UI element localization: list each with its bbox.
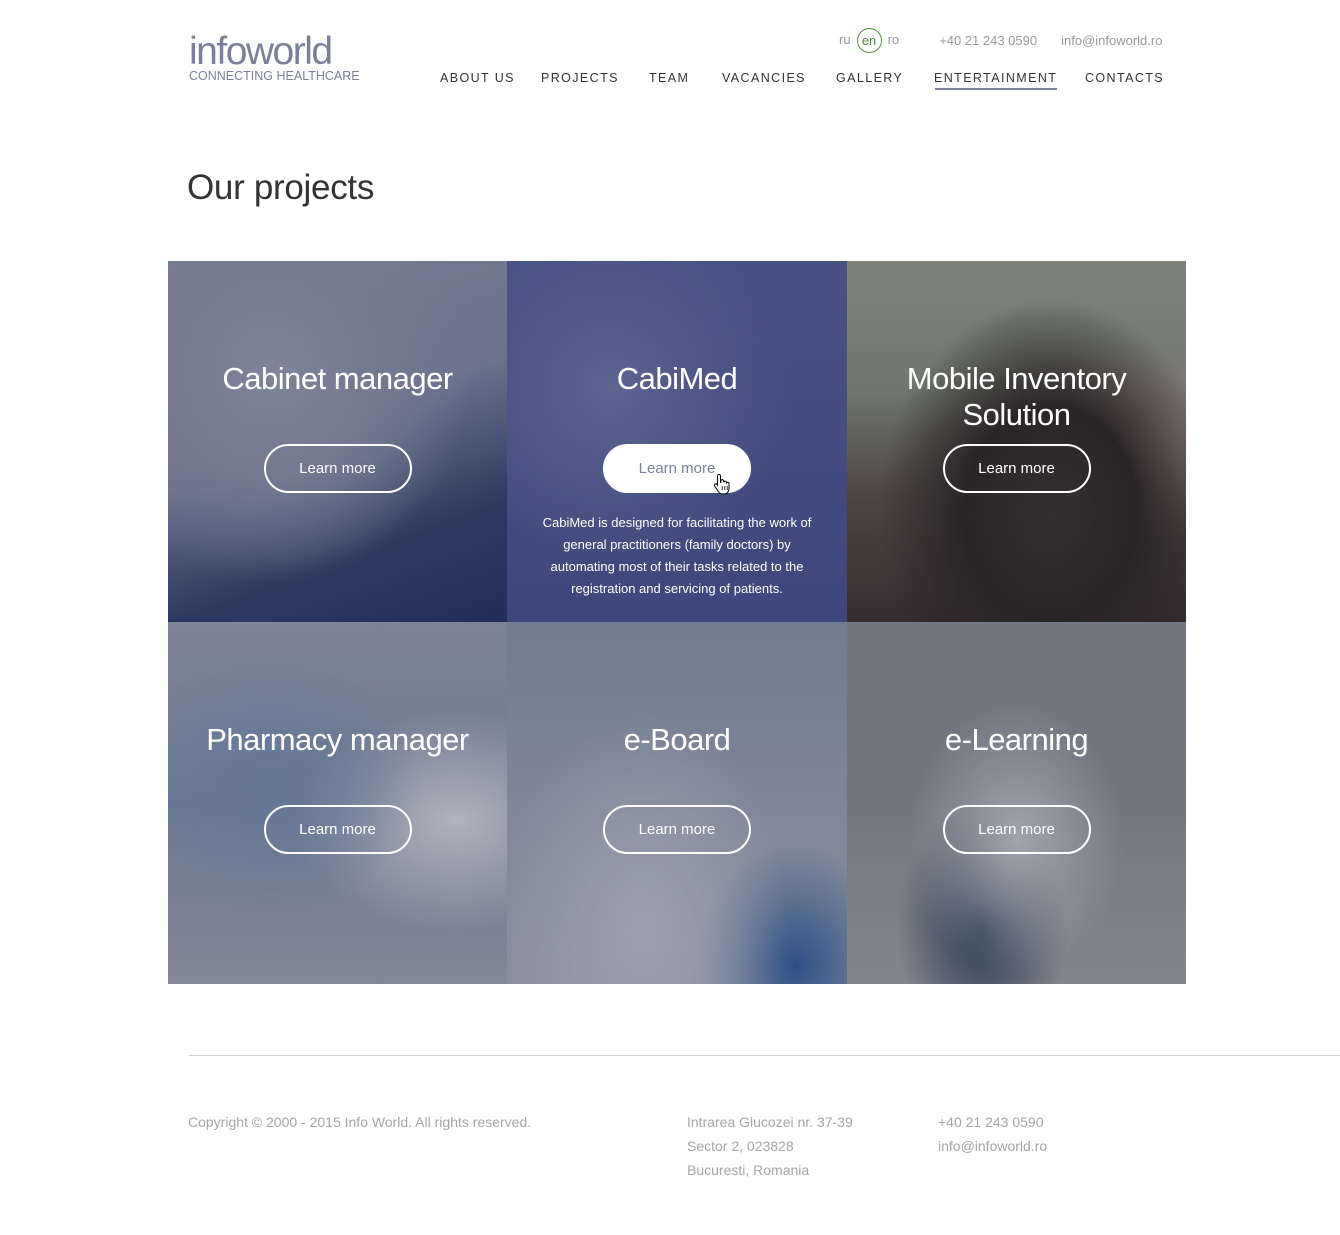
project-tile-cabimed[interactable]: CabiMed Learn more CabiMed is designed f… — [507, 261, 847, 622]
nav-vacancies[interactable]: VACANCIES — [722, 70, 806, 86]
nav-team[interactable]: TEAM — [649, 70, 689, 86]
project-title: Cabinet manager — [222, 361, 453, 396]
address-line: Bucuresti, Romania — [687, 1162, 810, 1178]
top-utility-bar: ru en ro +40 21 243 0590 info@infoworld.… — [836, 27, 1162, 53]
tile-overlay — [168, 622, 507, 984]
page-title: Our projects — [187, 168, 375, 207]
address-line: Sector 2, 023828 — [687, 1138, 794, 1154]
nav-projects[interactable]: PROJECTS — [541, 70, 619, 86]
tile-overlay — [847, 261, 1186, 622]
copyright-text: Copyright © 2000 - 2015 Info World. All … — [188, 1114, 532, 1130]
nav-gallery[interactable]: GALLERY — [836, 70, 903, 86]
language-ro[interactable]: ro — [885, 29, 903, 51]
project-title: Pharmacy manager — [206, 722, 469, 757]
project-title: e-Board — [623, 722, 731, 757]
tile-overlay — [168, 261, 507, 622]
project-title: CabiMed — [616, 361, 738, 396]
learn-more-button[interactable]: Learn more — [942, 444, 1091, 493]
learn-more-button[interactable]: Learn more — [263, 444, 412, 493]
footer-email-link[interactable]: info@infoworld.ro — [938, 1134, 1047, 1158]
project-description: CabiMed is designed for facilitating the… — [542, 515, 812, 596]
logo-wordmark: infoworld — [189, 30, 333, 73]
project-title: Mobile Inventory Solution — [906, 361, 1127, 432]
tile-overlay — [847, 622, 1186, 984]
hand-pointer-cursor-icon — [713, 473, 730, 495]
logo[interactable]: infoworld CONNECTING HEALTHCARE — [189, 30, 360, 83]
footer-phone-link[interactable]: +40 21 243 0590 — [938, 1110, 1047, 1134]
project-tile-e-board[interactable]: e-Board Learn more — [507, 622, 847, 984]
address-line: Intrarea Glucozei nr. 37-39 — [687, 1114, 853, 1130]
footer-address: Intrarea Glucozei nr. 37-39 Sector 2, 02… — [687, 1110, 853, 1182]
project-title: e-Learning — [944, 722, 1089, 757]
nav-contacts[interactable]: CONTACTS — [1085, 70, 1164, 86]
project-tile-pharmacy-manager[interactable]: Pharmacy manager Learn more — [168, 622, 507, 984]
logo-tagline: CONNECTING HEALTHCARE — [189, 69, 360, 83]
nav-entertainment[interactable]: ENTERTAINMENT — [934, 70, 1058, 90]
footer-contact: +40 21 243 0590 info@infoworld.ro — [938, 1110, 1047, 1158]
learn-more-button[interactable]: Learn more — [942, 805, 1091, 854]
nav-about-us[interactable]: ABOUT US — [440, 70, 515, 86]
footer-divider — [189, 1055, 1340, 1056]
project-tile-mobile-inventory[interactable]: Mobile Inventory Solution Learn more — [847, 261, 1186, 622]
header-email-link[interactable]: info@infoworld.ro — [1061, 33, 1162, 48]
learn-more-button[interactable]: Learn more — [263, 805, 412, 854]
tile-overlay — [507, 622, 847, 984]
language-ru[interactable]: ru — [836, 29, 854, 51]
projects-grid: Cabinet manager Learn more CabiMed Learn… — [168, 261, 1186, 984]
header-phone-link[interactable]: +40 21 243 0590 — [939, 33, 1037, 48]
learn-more-button[interactable]: Learn more — [603, 805, 751, 854]
language-switcher: ru en ro — [836, 27, 903, 53]
project-tile-cabinet-manager[interactable]: Cabinet manager Learn more — [168, 261, 507, 622]
language-en[interactable]: en — [856, 27, 882, 53]
project-tile-e-learning[interactable]: e-Learning Learn more — [847, 622, 1186, 984]
